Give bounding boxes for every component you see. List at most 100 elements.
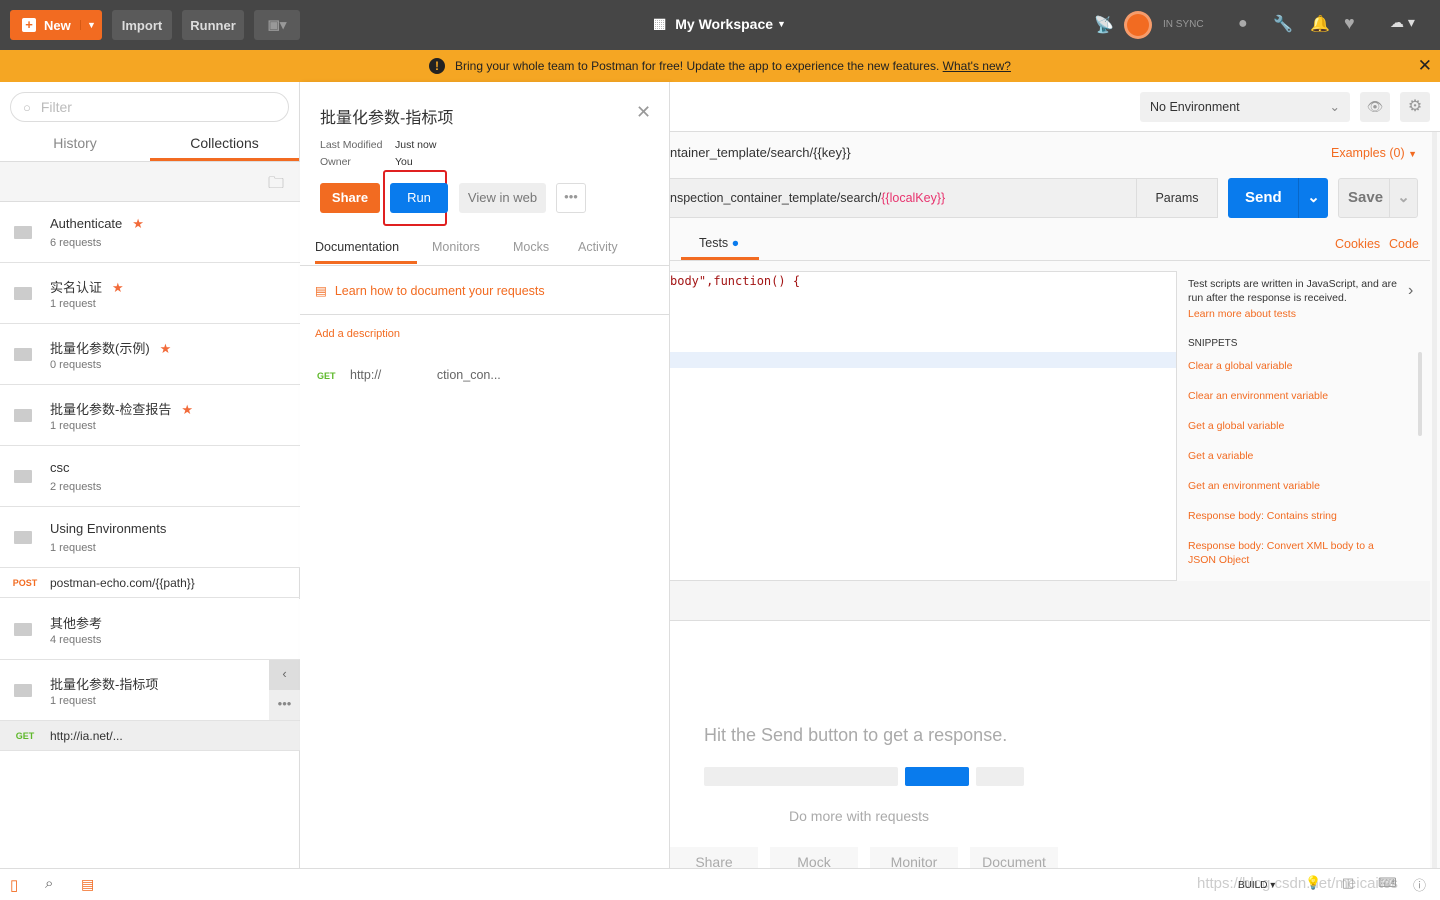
collection-name: 实名认证 ★ [50,280,124,295]
view-in-web-button[interactable]: View in web [459,183,546,213]
params-button[interactable]: Params [1136,178,1218,218]
chevron-down-icon: ⌄ [1329,100,1340,114]
active-line-highlight [670,352,1176,368]
book-icon: ▤ [315,284,327,298]
heart-icon[interactable]: ♥ [1344,13,1355,34]
collection-item[interactable]: 批量化参数(示例) ★ 0 requests [0,324,300,385]
star-icon[interactable]: ★ [132,216,144,231]
keyboard-icon[interactable]: ⌨ [1378,875,1397,891]
more-button[interactable]: ••• [556,183,586,213]
learn-tests-link[interactable]: Learn more about tests [1188,308,1296,320]
chevron-down-icon[interactable]: ⌄ [1389,179,1417,217]
collection-item[interactable]: Authenticate ★ 6 requests [0,202,300,263]
tests-editor[interactable]: body",function() { [670,271,1177,581]
sidebar-toggle-icon[interactable]: ▯ [10,876,18,894]
share-button[interactable]: Share [320,183,380,213]
update-banner: ! Bring your whole team to Postman for f… [0,50,1440,82]
chevron-down-icon: ▼ [777,18,786,29]
placeholder-bar [704,767,898,786]
snippet-link[interactable]: Clear an environment variable [1188,389,1403,403]
examples-dropdown[interactable]: Examples (0) ▼ [1331,146,1417,160]
snippet-link[interactable]: Response body: Convert XML body to a JSO… [1188,539,1403,567]
main-scrollbar[interactable] [1432,132,1437,868]
collection-name: 批量化参数-指标项 [50,677,159,692]
new-collection-icon[interactable]: 🗀 [268,172,284,199]
code-link[interactable]: Code [1389,237,1419,251]
collection-item[interactable]: 批量化参数-指标项 1 request ‹ ••• [0,660,300,721]
collection-item[interactable]: 批量化参数-检查报告 ★ 1 request [0,385,300,446]
workspace-selector[interactable]: ▦ My Workspace ▼ [653,15,786,32]
collection-name: 批量化参数(示例) ★ [50,341,172,356]
tab-activity[interactable]: Activity [578,240,618,254]
request-url: http://ia.net/... [50,728,123,743]
add-description-link[interactable]: Add a description [315,328,400,340]
import-button[interactable]: Import [112,10,172,40]
request-item[interactable]: POST postman-echo.com/{{path}} [0,568,300,598]
tab-history[interactable]: History [0,128,150,161]
status-bar: ▯ ⌕ ▤ https://blog.csdn.net/meicaitcs BU… [0,868,1440,900]
send-button[interactable]: Send ⌄ [1228,178,1328,218]
folder-icon [14,409,32,422]
whats-new-link[interactable]: What's new? [943,59,1011,73]
save-button[interactable]: Save ⌄ [1338,178,1418,218]
runner-button[interactable]: Runner [182,10,244,40]
new-window-button[interactable]: ▣▾ [254,10,300,40]
chevron-down-icon[interactable]: ⌄ [1298,178,1328,218]
request-url[interactable]: http:// ction_con... [350,368,501,382]
star-icon[interactable]: ★ [160,341,172,356]
chevron-down-icon[interactable]: ▼ [80,20,102,30]
snippet-link[interactable]: Get a global variable [1188,419,1403,433]
search-icon[interactable]: ⌕ [45,875,53,892]
alert-icon: ! [429,58,446,74]
empty-response-title: Hit the Send button to get a response. [704,725,1008,745]
cookies-link[interactable]: Cookies [1335,237,1380,251]
watermark: https://blog.csdn.net/meicaitcs [1197,875,1398,892]
snippet-link[interactable]: Get a variable [1188,449,1403,463]
cloud-icon[interactable]: ☁ ▾ [1390,14,1415,31]
sidebar: ○ Filter History Collections 🗀 Authentica… [0,82,300,868]
snippet-link[interactable]: Get an environment variable [1188,479,1403,493]
request-item[interactable]: GET http://ia.net/... [0,721,300,751]
bell-icon[interactable]: 🔔 [1310,14,1330,34]
chevron-right-icon[interactable]: › [1408,282,1413,300]
run-button[interactable]: Run [390,183,448,213]
collection-item[interactable]: 实名认证 ★ 1 request [0,263,300,324]
build-dropdown[interactable]: BUILD ▾ [1238,880,1275,891]
two-pane-icon[interactable]: ◫ [1342,875,1354,891]
learn-docs-link[interactable]: ▤ Learn how to document your requests [315,283,545,298]
tab-mocks[interactable]: Mocks [513,240,549,254]
collection-item[interactable]: 其他参考 4 requests [0,599,300,660]
tab-documentation[interactable]: Documentation [315,240,417,264]
scrollbar[interactable] [1418,352,1422,436]
request-count: 0 requests [50,359,102,371]
request-count: 4 requests [50,634,102,646]
more-icon[interactable]: ••• [269,690,300,718]
environment-select[interactable]: No Environment ⌄ [1140,92,1350,122]
help-icon[interactable]: ⓘ [1413,875,1426,894]
collection-item[interactable]: Using Environments 1 request [0,507,300,568]
wrench-icon[interactable]: 🔧 [1273,14,1293,34]
new-button[interactable]: + New ▼ [10,10,102,40]
collapse-icon[interactable]: ‹ [269,660,300,690]
tab-monitors[interactable]: Monitors [432,240,480,254]
close-icon[interactable]: ✕ [636,102,651,123]
sync-icon[interactable] [1124,11,1152,39]
globe-icon[interactable]: ● [1238,15,1248,33]
tab-tests[interactable]: Tests ● [681,230,759,260]
collection-name: Authenticate ★ [50,216,144,231]
tab-collections[interactable]: Collections [150,128,299,161]
lightbulb-icon[interactable]: 💡 [1305,875,1321,891]
collection-item[interactable]: csc 2 requests [0,446,300,507]
snippet-link[interactable]: Clear a global variable [1188,359,1403,373]
snippet-link[interactable]: Response body: Contains string [1188,509,1403,523]
eye-icon[interactable]: 👁 [1360,92,1390,122]
gear-icon[interactable]: ⚙ [1400,92,1430,122]
star-icon[interactable]: ★ [181,402,193,417]
console-icon[interactable]: ▤ [81,876,94,893]
star-icon[interactable]: ★ [112,280,124,295]
close-icon[interactable]: ✕ [1418,56,1432,76]
sync-status: IN SYNC [1163,19,1204,30]
satellite-icon[interactable]: 📡 [1094,15,1114,35]
filter-input[interactable]: ○ Filter [10,92,289,122]
request-count: 1 request [50,542,96,554]
